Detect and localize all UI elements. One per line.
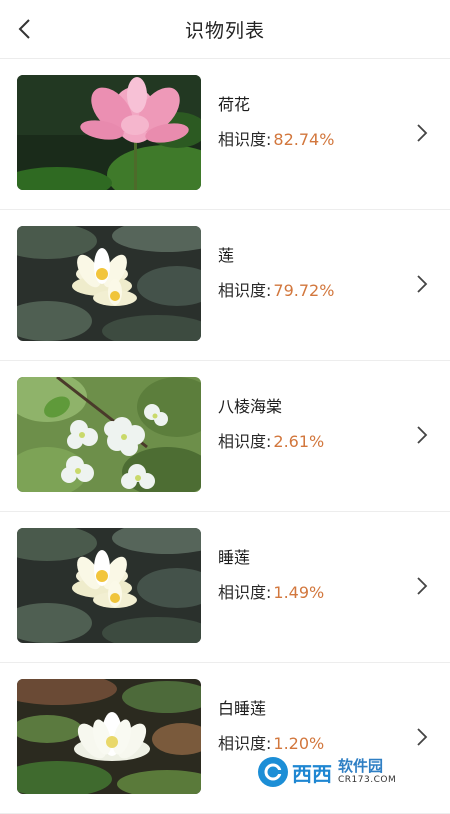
- watermark-brand: 西西: [292, 763, 332, 786]
- similarity-line: 相识度: 1.20%: [218, 730, 324, 754]
- chevron-right-icon: [417, 426, 428, 444]
- similarity-value: 79.72%: [273, 281, 335, 300]
- chevron-right-icon: [417, 728, 428, 746]
- chevron-right-icon: [417, 577, 428, 595]
- white-water-lily-dark-photo: [17, 679, 201, 794]
- plant-name: 白睡莲: [218, 699, 267, 718]
- page-title: 识物列表: [184, 20, 265, 42]
- watermark-logo-icon: [258, 757, 288, 787]
- chevron-right-icon: [417, 275, 428, 293]
- recognition-result-list: 荷花 相识度: 82.74% 莲 相识度: 79.72% 八棱海棠 相识度: 2…: [0, 59, 450, 814]
- similarity-value: 82.74%: [273, 130, 335, 149]
- plant-name: 莲: [218, 246, 235, 265]
- similarity-line: 相识度: 79.72%: [218, 277, 334, 301]
- watermark-name: 软件园: [338, 757, 384, 775]
- result-item-crabapple[interactable]: 八棱海棠 相识度: 2.61%: [0, 361, 450, 512]
- similarity-label: 相识度:: [218, 734, 272, 753]
- plant-name: 八棱海棠: [218, 397, 283, 416]
- similarity-label: 相识度:: [218, 281, 272, 300]
- white-crabapple-blossom-photo: [17, 377, 201, 492]
- similarity-label: 相识度:: [218, 130, 272, 149]
- similarity-line: 相识度: 1.49%: [218, 579, 324, 603]
- similarity-value: 2.61%: [273, 432, 325, 451]
- similarity-value: 1.20%: [273, 734, 325, 753]
- similarity-value: 1.49%: [273, 583, 325, 602]
- watermark-domain: CR173.COM: [338, 775, 397, 785]
- top-nav-bar: 识物列表: [0, 0, 450, 59]
- result-item-water-lily[interactable]: 睡莲 相识度: 1.49%: [0, 512, 450, 663]
- white-water-lily-photo: [17, 226, 201, 341]
- white-water-lily-photo: [17, 528, 201, 643]
- similarity-label: 相识度:: [218, 432, 272, 451]
- plant-name: 睡莲: [218, 548, 251, 567]
- site-watermark: 西西 软件园 CR173.COM: [258, 752, 434, 792]
- similarity-label: 相识度:: [218, 583, 272, 602]
- result-item-lotus[interactable]: 荷花 相识度: 82.74%: [0, 59, 450, 210]
- chevron-right-icon: [417, 124, 428, 142]
- similarity-line: 相识度: 2.61%: [218, 428, 324, 452]
- pink-lotus-photo: [17, 75, 201, 190]
- result-item-lian[interactable]: 莲 相识度: 79.72%: [0, 210, 450, 361]
- watermark-right: 软件园 CR173.COM: [338, 759, 396, 785]
- plant-name: 荷花: [218, 95, 251, 114]
- similarity-line: 相识度: 82.74%: [218, 126, 334, 150]
